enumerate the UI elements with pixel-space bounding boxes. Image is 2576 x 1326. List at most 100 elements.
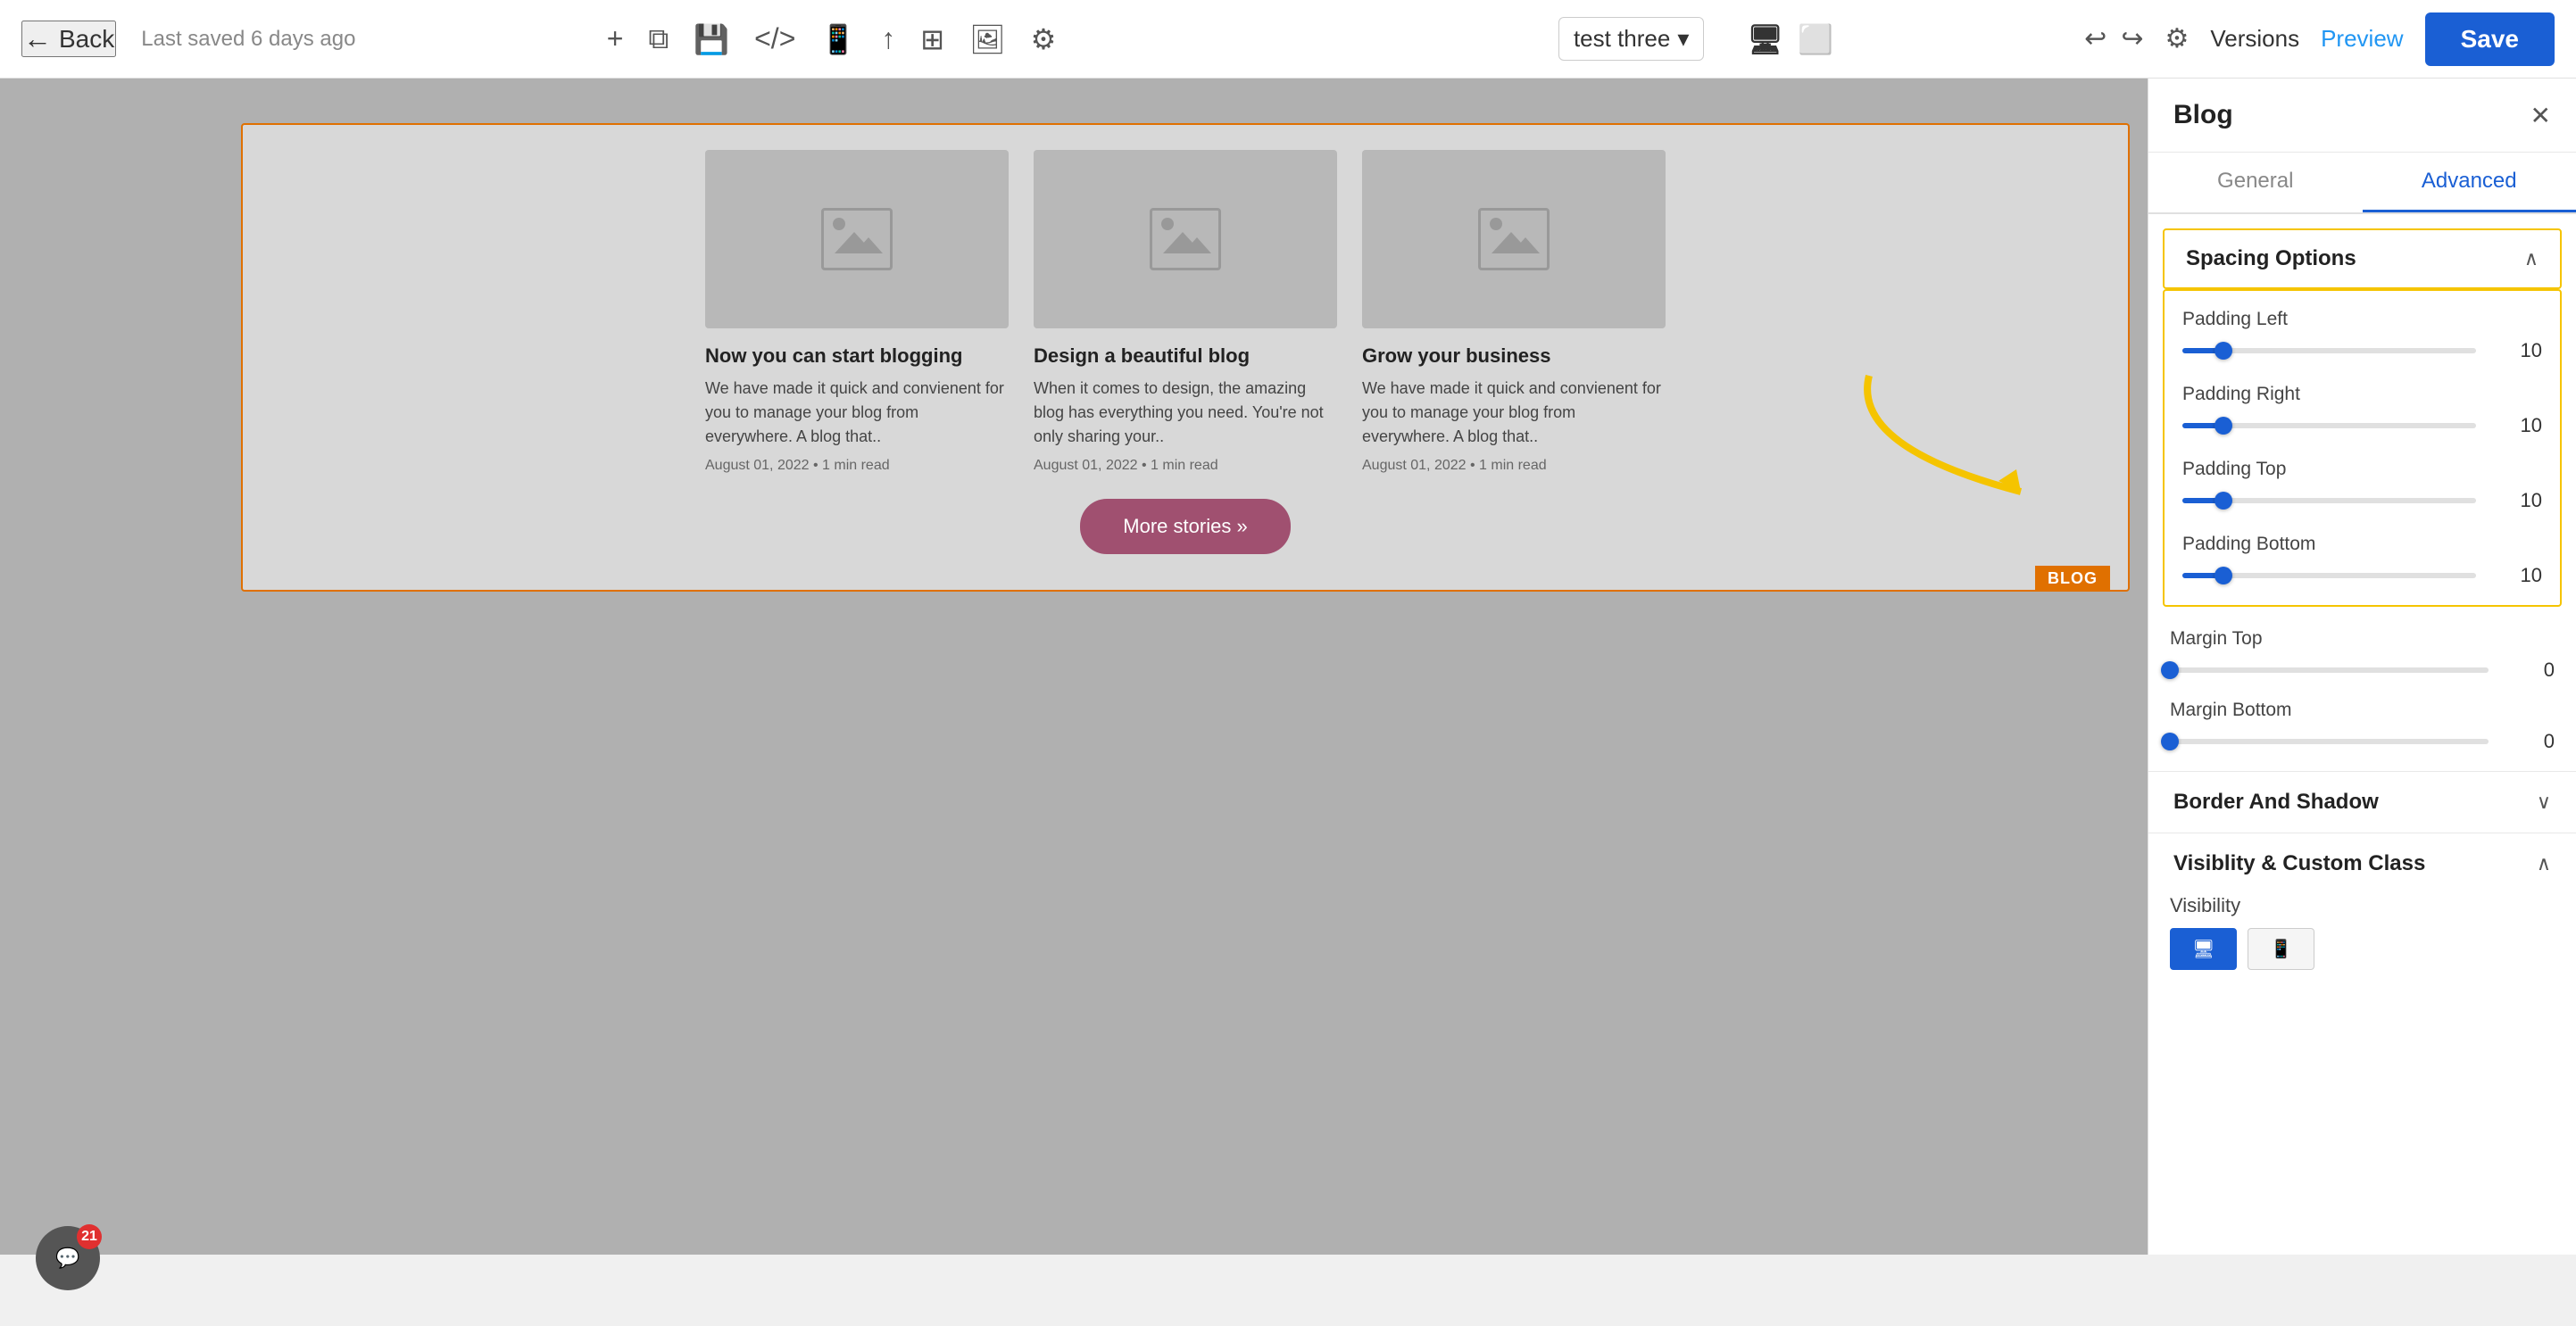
margin-bottom-group: Margin Bottom 0: [2148, 700, 2576, 771]
code-icon[interactable]: </>: [754, 22, 795, 55]
blog-widget: Now you can start blogging We have made …: [241, 123, 2130, 592]
image-icon[interactable]: 🖼: [969, 22, 1006, 56]
spacing-chevron-up-icon: ∧: [2524, 247, 2539, 270]
notification-badge[interactable]: 💬 21: [36, 1226, 100, 1290]
save-disk-icon[interactable]: 💾: [694, 22, 729, 56]
upload-icon[interactable]: ↑: [881, 22, 895, 55]
back-label: Back: [59, 25, 114, 54]
image-placeholder-3: [1478, 208, 1550, 270]
padding-bottom-group: Padding Bottom 10: [2182, 534, 2542, 587]
padding-left-group: Padding Left 10: [2182, 309, 2542, 362]
image-placeholder-1: [821, 208, 893, 270]
visibility-label: Visibility: [2170, 894, 2555, 917]
redo-button[interactable]: ↪: [2121, 23, 2143, 54]
visibility-title: Visiblity & Custom Class: [2173, 851, 2425, 876]
spacing-options-header[interactable]: Spacing Options ∧: [2163, 228, 2562, 289]
layers-icon[interactable]: ⧉: [648, 22, 669, 56]
tab-general[interactable]: General: [2148, 153, 2363, 212]
settings-icon[interactable]: ⚙: [1031, 22, 1057, 56]
card-1-meta: August 01, 2022 • 1 min read: [705, 458, 1009, 474]
panel-tabs: General Advanced: [2148, 153, 2576, 214]
chat-icon: 💬: [55, 1247, 79, 1270]
extra-settings-button[interactable]: ⚙: [2165, 23, 2189, 54]
close-icon[interactable]: ✕: [2530, 101, 2551, 130]
panel-header: Blog ✕: [2148, 79, 2576, 153]
padding-right-thumb[interactable]: [2215, 417, 2232, 435]
visibility-desktop-button[interactable]: 🖥: [2170, 928, 2237, 970]
padding-bottom-track[interactable]: [2182, 573, 2476, 578]
blog-card-2: Design a beautiful blog When it comes to…: [1034, 150, 1337, 474]
visibility-buttons: 🖥 📱: [2170, 928, 2555, 970]
padding-bottom-row: 10: [2182, 564, 2542, 587]
save-button[interactable]: Save: [2425, 12, 2555, 66]
margin-bottom-thumb[interactable]: [2161, 733, 2179, 750]
img-circle-2: [1161, 218, 1174, 230]
margin-bottom-track[interactable]: [2170, 739, 2489, 744]
margin-top-group: Margin Top 0: [2148, 621, 2576, 700]
padding-left-thumb[interactable]: [2215, 342, 2232, 360]
preview-device-icon[interactable]: 📱: [820, 22, 856, 56]
chevron-down-icon: ▾: [1677, 25, 1689, 53]
margin-bottom-label: Margin Bottom: [2170, 700, 2555, 721]
padding-top-group: Padding Top 10: [2182, 459, 2542, 512]
margin-bottom-row: 0: [2170, 730, 2555, 753]
padding-right-track[interactable]: [2182, 423, 2476, 428]
right-toolbar: ↩ ↪ ⚙ Versions Preview Save: [2084, 12, 2555, 66]
card-2-image: [1034, 150, 1337, 328]
padding-left-label: Padding Left: [2182, 309, 2542, 330]
padding-bottom-thumb[interactable]: [2215, 567, 2232, 584]
padding-right-group: Padding Right 10: [2182, 384, 2542, 437]
site-name-dropdown[interactable]: test three ▾: [1558, 17, 1704, 61]
visibility-mobile-button[interactable]: 📱: [2248, 928, 2314, 970]
padding-bottom-label: Padding Bottom: [2182, 534, 2542, 555]
back-arrow-icon: ←: [23, 22, 52, 55]
main-area: Now you can start blogging We have made …: [0, 79, 2576, 1255]
top-toolbar: ← Back Last saved 6 days ago + ⧉ 💾 </> 📱…: [0, 0, 2576, 79]
padding-top-value: 10: [2489, 489, 2542, 512]
margin-top-label: Margin Top: [2170, 621, 2555, 650]
grid-icon[interactable]: ⊞: [920, 22, 944, 56]
border-shadow-title: Border And Shadow: [2173, 790, 2379, 815]
margin-top-track[interactable]: [2170, 667, 2489, 673]
more-stories-button[interactable]: More stories »: [1080, 499, 1290, 554]
desktop-icon[interactable]: 🖥: [1747, 22, 1783, 56]
undo-button[interactable]: ↩: [2084, 23, 2107, 54]
card-2-title: Design a beautiful blog: [1034, 344, 1337, 368]
site-name-label: test three: [1574, 25, 1670, 53]
card-3-meta: August 01, 2022 • 1 min read: [1362, 458, 1666, 474]
card-3-desc: We have made it quick and convienent for…: [1362, 377, 1666, 449]
preview-button[interactable]: Preview: [2321, 25, 2403, 53]
card-3-image: [1362, 150, 1666, 328]
margin-top-thumb[interactable]: [2161, 661, 2179, 679]
blog-cards: Now you can start blogging We have made …: [261, 150, 2110, 474]
device-switcher: 🖥 ⬜: [1747, 22, 1832, 56]
padding-right-value: 10: [2489, 414, 2542, 437]
margin-bottom-value: 0: [2501, 730, 2555, 753]
visibility-header[interactable]: Visiblity & Custom Class ∧: [2148, 833, 2576, 894]
undo-redo-group: ↩ ↪: [2084, 23, 2143, 54]
card-1-desc: We have made it quick and convienent for…: [705, 377, 1009, 449]
visibility-section: Visibility 🖥 📱: [2148, 894, 2576, 970]
tab-advanced[interactable]: Advanced: [2363, 153, 2576, 212]
back-button[interactable]: ← Back: [21, 21, 116, 57]
notification-count: 21: [77, 1224, 102, 1249]
blog-card-1: Now you can start blogging We have made …: [705, 150, 1009, 474]
spacing-options-box: Padding Left 10 Padding Right: [2163, 289, 2562, 607]
add-element-icon[interactable]: +: [607, 22, 624, 55]
right-panel: Blog ✕ General Advanced Spacing Options …: [2148, 79, 2576, 1255]
padding-top-track[interactable]: [2182, 498, 2476, 503]
padding-left-track[interactable]: [2182, 348, 2476, 353]
visibility-chevron-icon: ∧: [2537, 852, 2551, 875]
card-2-meta: August 01, 2022 • 1 min read: [1034, 458, 1337, 474]
card-2-desc: When it comes to design, the amazing blo…: [1034, 377, 1337, 449]
versions-button[interactable]: Versions: [2210, 25, 2299, 53]
padding-top-thumb[interactable]: [2215, 492, 2232, 510]
toolbar-icons-group: + ⧉ 💾 </> 📱 ↑ ⊞ 🖼 ⚙: [607, 22, 1057, 56]
border-shadow-header[interactable]: Border And Shadow ∨: [2148, 771, 2576, 833]
img-circle-1: [833, 218, 845, 230]
spacing-options-title: Spacing Options: [2186, 246, 2356, 271]
padding-left-row: 10: [2182, 339, 2542, 362]
padding-left-value: 10: [2489, 339, 2542, 362]
padding-top-label: Padding Top: [2182, 459, 2542, 480]
tablet-icon[interactable]: ⬜: [1798, 22, 1833, 56]
